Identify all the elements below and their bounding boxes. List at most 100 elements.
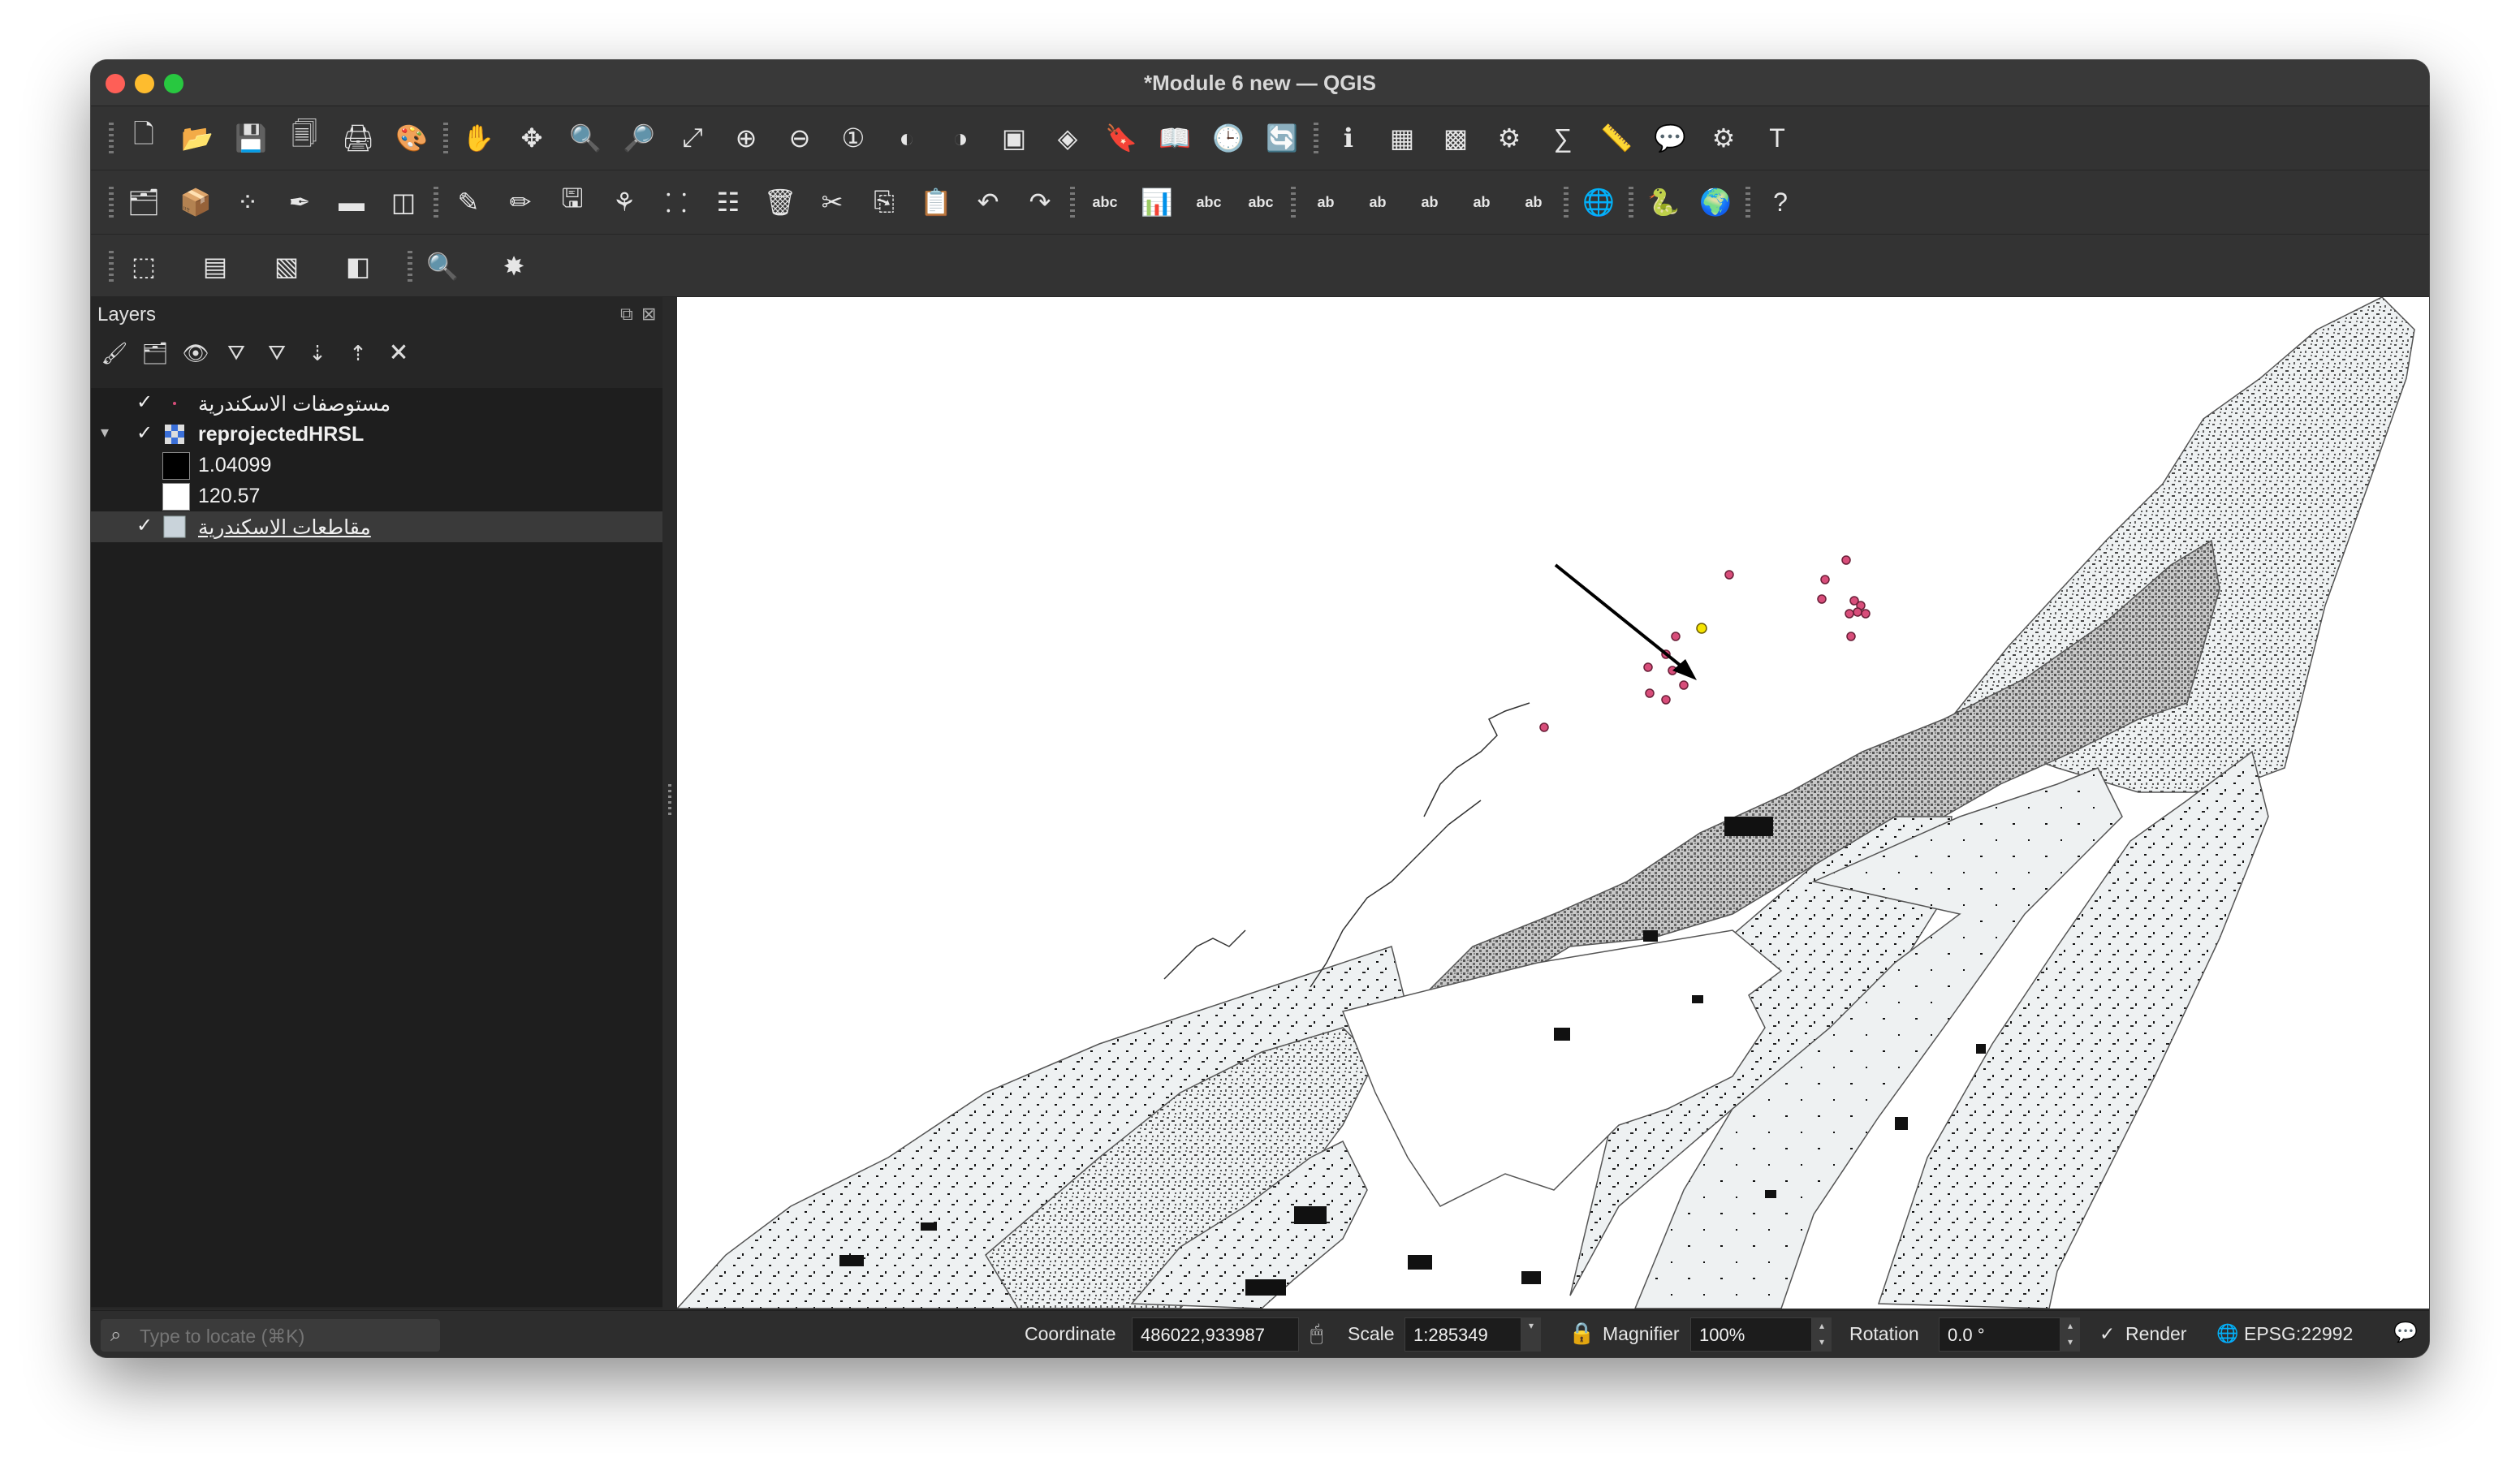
expand-all-icon[interactable]: ⇣ <box>304 339 331 367</box>
cut-features-icon[interactable]: ✂ <box>813 183 851 221</box>
collapse-chevron-icon[interactable]: ▾ <box>101 422 109 442</box>
rotation-field[interactable]: 0.0 ° <box>1939 1317 2060 1352</box>
help-icon[interactable]: ? <box>1762 183 1799 221</box>
text-annotation-icon[interactable]: T <box>1758 119 1796 157</box>
label-tool-3-icon[interactable]: ab <box>1411 183 1448 221</box>
layer-item-districts[interactable]: ✓ مقاطعات الاسكندرية <box>91 511 662 542</box>
layer-visibility-checkbox[interactable]: ✓ <box>133 515 156 537</box>
vertex-tool-icon[interactable]: ⸬ <box>658 183 695 221</box>
georeferencer-icon[interactable]: ✸ <box>495 248 533 285</box>
new-3d-view-icon[interactable]: ◈ <box>1049 119 1086 157</box>
measure-icon[interactable]: 📏 <box>1598 119 1635 157</box>
style-manager-icon[interactable]: 🎨 <box>393 119 430 157</box>
refresh-icon[interactable]: 🔄 <box>1263 119 1301 157</box>
open-styling-icon[interactable]: 🖌 <box>101 339 128 367</box>
scale-field[interactable]: 1:285349 <box>1405 1317 1521 1352</box>
open-project-icon[interactable]: 📂 <box>179 119 216 157</box>
layer-item-hrsl[interactable]: ▾ ✓ reprojectedHRSL <box>91 419 662 450</box>
label-layer-icon[interactable]: abc <box>1086 183 1124 221</box>
pan-to-selection-icon[interactable]: ✥ <box>513 119 550 157</box>
zoom-to-selection-icon[interactable]: ⊕ <box>727 119 765 157</box>
toolbar-grip[interactable] <box>1314 123 1318 153</box>
copy-features-icon[interactable]: ⎘ <box>865 183 903 221</box>
data-source-manager-icon[interactable]: 🗂 <box>125 183 162 221</box>
coordinate-field[interactable]: 486022,933987 <box>1132 1317 1299 1352</box>
zoom-full-icon[interactable]: ⤢ <box>674 119 711 157</box>
magnifier-spinner[interactable]: ▴ ▾ <box>1812 1317 1832 1352</box>
toolbar-grip[interactable] <box>1070 187 1075 218</box>
label-tool-2-icon[interactable]: ab <box>1359 183 1396 221</box>
zoom-next-icon[interactable]: ◑ <box>942 119 979 157</box>
locator-box[interactable]: ⌕ <box>101 1319 440 1352</box>
new-map-view-icon[interactable]: ▣ <box>995 119 1033 157</box>
rotation-spinner[interactable]: ▴ ▾ <box>2060 1317 2080 1352</box>
toolbar-grip[interactable] <box>109 187 114 218</box>
layer-item-clinics[interactable]: ✓ مستوصفات الاسكندرية <box>91 388 662 419</box>
show-labels-icon[interactable]: abc <box>1242 183 1279 221</box>
add-feature-icon[interactable]: ⚘ <box>606 183 643 221</box>
toggle-editing-icon[interactable]: ✏ <box>502 183 539 221</box>
layer-visibility-checkbox[interactable]: ✓ <box>133 391 156 414</box>
select-by-value-icon[interactable]: ▤ <box>196 248 234 285</box>
zoom-out-icon[interactable]: 🔎 <box>620 119 658 157</box>
map-tips-icon[interactable]: 💬 <box>1651 119 1689 157</box>
toolbar-grip[interactable] <box>1564 187 1569 218</box>
toolbar-grip[interactable] <box>434 187 438 218</box>
zoom-to-layer-icon[interactable]: ⊖ <box>781 119 818 157</box>
toolbar-grip[interactable] <box>1629 187 1633 218</box>
layer-visibility-checkbox[interactable]: ✓ <box>133 422 156 445</box>
current-edits-icon[interactable]: ✎ <box>450 183 487 221</box>
messages-icon[interactable]: 💬 <box>2393 1321 2418 1344</box>
globe-icon[interactable]: 🌍 <box>1697 183 1734 221</box>
geometry-validation-icon[interactable]: ◫ <box>385 183 422 221</box>
digitize-icon[interactable]: ✒ <box>281 183 318 221</box>
undo-icon[interactable]: ↶ <box>969 183 1007 221</box>
annotations-icon[interactable]: ⚙ <box>1705 119 1742 157</box>
new-project-icon[interactable]: 🗋 <box>125 119 162 157</box>
new-bookmark-icon[interactable]: 🔖 <box>1102 119 1140 157</box>
label-tool-5-icon[interactable]: ab <box>1515 183 1552 221</box>
identify-icon[interactable]: ℹ <box>1330 119 1367 157</box>
render-checkbox[interactable]: ✓ <box>2099 1323 2115 1345</box>
locator-search-icon[interactable]: 🔍 <box>424 248 461 285</box>
scale-dropdown-icon[interactable]: ▾ <box>1521 1317 1541 1352</box>
save-edits-icon[interactable]: 🖫 <box>554 183 591 221</box>
locator-input[interactable] <box>138 1322 434 1350</box>
pan-icon[interactable]: ✋ <box>460 119 497 157</box>
crs-globe-icon[interactable]: 🌐 <box>2216 1323 2238 1344</box>
processing-toolbox-icon[interactable]: ⚙ <box>1491 119 1528 157</box>
new-geopackage-layer-icon[interactable]: 📦 <box>177 183 214 221</box>
toggle-extents-icon[interactable]: 🖱 <box>1310 1321 1323 1347</box>
new-virtual-layer-icon[interactable]: ▬ <box>333 183 370 221</box>
toolbar-grip[interactable] <box>443 123 448 153</box>
label-tool-1-icon[interactable]: ab <box>1307 183 1344 221</box>
plugins-icon[interactable]: 🌐 <box>1580 183 1617 221</box>
label-tool-4-icon[interactable]: ab <box>1463 183 1500 221</box>
delete-selected-icon[interactable]: 🗑 <box>762 183 799 221</box>
toolbar-grip[interactable] <box>1291 187 1296 218</box>
modify-attributes-icon[interactable]: ☷ <box>710 183 747 221</box>
zoom-in-icon[interactable]: 🔍 <box>567 119 604 157</box>
toolbar-grip[interactable] <box>109 123 114 153</box>
deselect-all-icon[interactable]: ▧ <box>268 248 305 285</box>
python-console-icon[interactable]: 🐍 <box>1645 183 1682 221</box>
select-features-icon[interactable]: ⬚ <box>125 248 162 285</box>
zoom-last-icon[interactable]: ◐ <box>888 119 926 157</box>
new-temporary-layer-icon[interactable]: ⁘ <box>229 183 266 221</box>
map-canvas[interactable] <box>677 297 2429 1309</box>
save-project-icon[interactable]: 💾 <box>232 119 270 157</box>
temporal-controller-icon[interactable]: 🕒 <box>1210 119 1247 157</box>
add-group-icon[interactable]: 🗂 <box>141 339 169 367</box>
filter-by-expression-icon[interactable]: ⛛ <box>263 339 291 367</box>
select-location-icon[interactable]: ◧ <box>339 248 377 285</box>
show-bookmarks-icon[interactable]: 📖 <box>1156 119 1193 157</box>
redo-icon[interactable]: ↷ <box>1021 183 1059 221</box>
toolbar-grip[interactable] <box>109 251 114 282</box>
filter-legend-icon[interactable]: ⛛ <box>222 339 250 367</box>
zoom-native-icon[interactable]: ① <box>835 119 872 157</box>
diagram-icon[interactable]: 📊 <box>1138 183 1176 221</box>
paste-features-icon[interactable]: 📋 <box>917 183 955 221</box>
lock-scale-icon[interactable]: 🔒 <box>1569 1321 1594 1346</box>
magnifier-field[interactable]: 100% <box>1690 1317 1812 1352</box>
float-panel-icon[interactable]: ⧉ <box>620 304 633 325</box>
